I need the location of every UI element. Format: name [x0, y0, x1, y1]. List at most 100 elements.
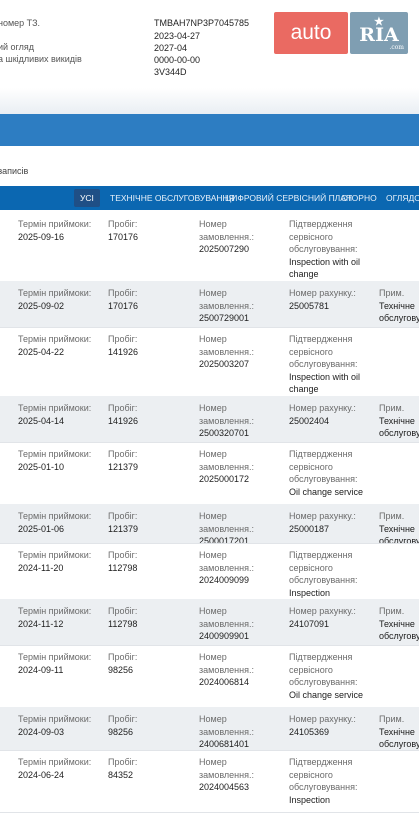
order-number-label: замовлення.:: [199, 562, 254, 573]
mileage-label: Пробіг:: [108, 403, 138, 413]
service-record-row[interactable]: Термін приймоки: 2025-01-10 Пробіг: 121379 Н…: [0, 442, 419, 505]
reception-date-label: Термін приймоки:: [18, 403, 92, 413]
confirmation-label: сервісного: [289, 346, 333, 357]
service-record-row[interactable]: Термін приймоки: 2025-04-14 Пробіг: 141926 Н…: [0, 396, 419, 443]
confirmation-value: 24105369: [289, 726, 330, 737]
mileage-cell: Пробіг: 141926: [108, 402, 138, 427]
order-number-label: Номер: [199, 550, 227, 560]
service-confirmation-cell: Підтвердження сервісного обслуговування: In…: [289, 756, 357, 806]
mileage-label: Пробіг:: [108, 288, 138, 298]
mileage-label: Пробіг:: [108, 606, 138, 616]
reception-date-label: Термін приймоки:: [18, 606, 92, 616]
tab-storno[interactable]: СТОРНО: [341, 186, 377, 210]
confirmation-label: Номер рахунку.:: [289, 714, 356, 724]
note-value: обслугову: [379, 428, 419, 438]
vin-value: TMBAH7NP3P7045785: [154, 18, 250, 28]
service-record-row[interactable]: Термін приймоки: 2025-09-16 Пробіг: 170176 Н…: [0, 212, 419, 282]
confirmation-label: сервісного: [289, 769, 333, 780]
auto-logo[interactable]: auto: [274, 12, 348, 54]
confirmation-value: 24107091: [289, 618, 330, 629]
confirmation-label: сервісного: [289, 664, 333, 675]
service-record-row[interactable]: Термін приймоки: 2025-09-02 Пробіг: 170176 Н…: [0, 281, 419, 328]
service-record-row[interactable]: Термін приймоки: 2025-04-22 Пробіг: 141926 Н…: [0, 327, 419, 397]
mileage-label: Пробіг:: [108, 757, 138, 767]
order-number-value: 2024006814: [199, 677, 250, 687]
mileage-value: 98256: [108, 726, 134, 737]
mileage-cell: Пробіг: 112798: [108, 549, 137, 574]
mileage-cell: Пробіг: 141926: [108, 333, 138, 358]
confirmation-label: Номер рахунку.:: [289, 606, 356, 616]
confirmation-value: change: [289, 269, 319, 279]
inspection-value: 2027-04: [154, 43, 188, 53]
records-count: записів: [0, 166, 29, 176]
confirmation-value: Oil change service: [289, 486, 364, 497]
confirmation-value: Inspection with oil: [289, 256, 361, 267]
order-number-value: 2500729001: [199, 313, 250, 323]
confirmation-label: сервісного: [289, 461, 333, 472]
tab-inspections[interactable]: ОГЛЯДОВ: [386, 186, 419, 210]
reception-date-value: 2024-09-11: [18, 664, 64, 675]
mileage-value: 121379: [108, 461, 139, 472]
note-value: обслугову: [379, 313, 419, 323]
service-confirmation-cell: Підтвердження сервісного обслуговування: Oi…: [289, 651, 363, 701]
reception-date-value: 2024-11-12: [18, 618, 64, 629]
mileage-cell: Пробіг: 98256: [108, 713, 137, 738]
note-value: Технічне: [379, 523, 415, 534]
order-number-cell: Номер замовлення.: 2025003207: [199, 333, 254, 371]
order-number-cell: Номер замовлення.: 2400909901: [199, 605, 254, 643]
confirmation-value: 25005781: [289, 300, 330, 311]
mileage-label: Пробіг:: [108, 652, 138, 662]
note-value: обслугову: [379, 631, 419, 641]
confirmation-value: 25000187: [289, 523, 330, 534]
note-label: Прим.: [379, 511, 405, 521]
order-number-label: замовлення.:: [199, 461, 254, 472]
note-value: Технічне: [379, 726, 415, 737]
order-number-label: замовлення.:: [199, 415, 254, 426]
mileage-label: Пробіг:: [108, 334, 138, 344]
emissions-value: 0000-00-00: [154, 55, 201, 65]
order-number-label: замовлення.:: [199, 769, 254, 780]
confirmation-label: Номер рахунку.:: [289, 288, 356, 298]
ria-logo[interactable]: ★ RIA .com: [350, 12, 408, 54]
mileage-value: 84352: [108, 769, 134, 780]
service-record-row[interactable]: Термін приймоки: 2024-09-11 Пробіг: 98256 Но…: [0, 645, 419, 708]
mileage-value: 170176: [108, 231, 139, 242]
confirmation-value: change: [289, 384, 319, 394]
confirmation-label: Підтвердження: [289, 334, 353, 344]
ria-logo-domain: .com: [389, 44, 404, 51]
reception-date-cell: Термін приймоки: 2025-01-06: [18, 510, 91, 535]
confirmation-label: обслуговування:: [289, 782, 358, 792]
reception-date-cell: Термін приймоки: 2025-04-14: [18, 402, 91, 427]
tab-all[interactable]: УСІ: [74, 189, 100, 207]
mileage-cell: Пробіг: 121379: [108, 448, 138, 473]
confirmation-label: сервісного: [289, 231, 333, 242]
reception-date-value: 2025-01-06: [18, 523, 65, 534]
service-record-row[interactable]: Термін приймоки: 2024-06-24 Пробіг: 84352 Но…: [0, 750, 419, 813]
confirmation-label: Підтвердження: [289, 550, 353, 560]
tab-digital-service-plan[interactable]: ЦИФРОВИЙ СЕРВІСНИЙ ПЛАН: [225, 186, 352, 210]
order-number-cell: Номер замовлення.: 2024006814: [199, 651, 254, 689]
code-value: 3V344D: [154, 67, 187, 77]
service-confirmation-cell: Номер рахунку.: 25000187: [289, 510, 356, 535]
service-confirmation-cell: Номер рахунку.: 25002404: [289, 402, 356, 427]
note-label: Прим.: [379, 606, 405, 616]
order-number-label: Номер: [199, 403, 227, 413]
order-number-label: Номер: [199, 652, 227, 662]
note-cell: Прим. Технічне обслугову: [379, 287, 419, 325]
service-record-row[interactable]: Термін приймоки: 2025-01-06 Пробіг: 121379 Н…: [0, 504, 419, 544]
mileage-cell: Пробіг: 98256: [108, 651, 137, 676]
mileage-label: Пробіг:: [108, 449, 138, 459]
tab-maintenance[interactable]: ТЕХНІЧНЕ ОБСЛУГОВУВАННЯ: [110, 186, 235, 210]
confirmation-label: Підтвердження: [289, 652, 353, 662]
service-record-row[interactable]: Термін приймоки: 2024-09-03 Пробіг: 98256 Но…: [0, 707, 419, 751]
panel-shadow: [0, 88, 419, 114]
order-number-cell: Номер замовлення.: 2500017201: [199, 510, 254, 543]
note-value: обслугову: [379, 739, 419, 749]
service-record-row[interactable]: Термін приймоки: 2024-11-12 Пробіг: 112798 Н…: [0, 599, 419, 646]
order-number-value: 2025007290: [199, 244, 250, 254]
mileage-value: 141926: [108, 415, 139, 426]
note-cell: Прим. Технічне обслугову: [379, 605, 419, 643]
confirmation-value: Inspection with oil: [289, 371, 361, 382]
emissions-label: а шкідливих викидів: [0, 54, 82, 64]
service-record-row[interactable]: Термін приймоки: 2024-11-20 Пробіг: 112798 Н…: [0, 543, 419, 600]
